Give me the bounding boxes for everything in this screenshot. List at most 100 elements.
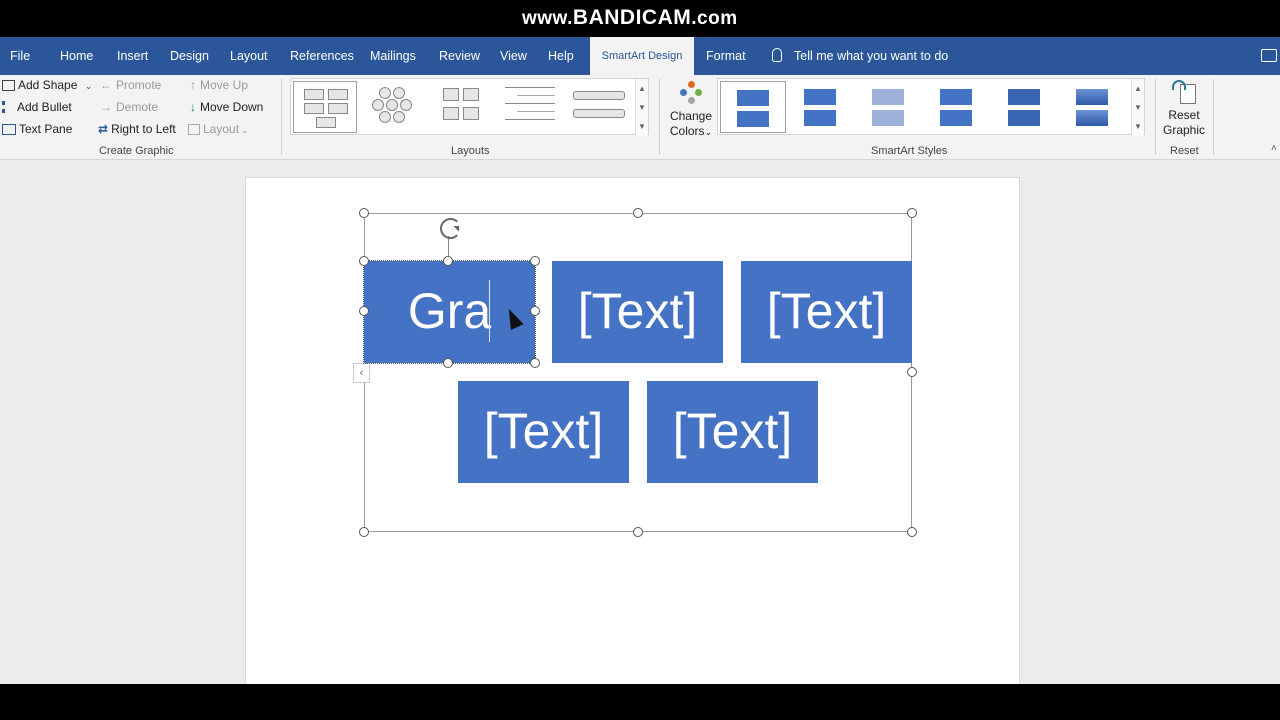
resize-handle[interactable] [633, 208, 643, 218]
tab-design[interactable]: Design [170, 37, 209, 75]
comment-icon[interactable] [1261, 49, 1277, 62]
right-to-left-label: Right to Left [111, 122, 176, 136]
add-bullet-button[interactable]: Add Bullet [2, 100, 72, 114]
reset-graphic-icon [1170, 78, 1198, 108]
resize-handle[interactable] [907, 367, 917, 377]
style-option-white-outline[interactable] [788, 81, 854, 133]
shape-resize-handle[interactable] [443, 358, 453, 368]
layout-icon [188, 124, 200, 135]
tab-insert[interactable]: Insert [117, 37, 148, 75]
scroll-down-icon[interactable]: ▼ [636, 98, 648, 117]
arrow-up-icon: ↑ [190, 78, 196, 92]
reset-graphic-line1: Reset [1168, 108, 1200, 122]
scroll-down-icon[interactable]: ▼ [1132, 98, 1144, 117]
layout-option-basic-block[interactable] [293, 81, 357, 133]
demote-button[interactable]: → Demote [100, 100, 158, 114]
smartart-styles-gallery: ▲ ▼ ▼ [717, 78, 1145, 136]
add-bullet-label: Add Bullet [17, 100, 72, 114]
ribbon: Add Shape ⌄ Add Bullet Text Pane ← Promot… [0, 75, 1280, 160]
rotate-handle-icon[interactable] [440, 218, 461, 239]
tab-layout[interactable]: Layout [230, 37, 268, 75]
lightbulb-icon [772, 48, 782, 63]
tab-view[interactable]: View [500, 37, 527, 75]
create-graphic-group-label: Create Graphic [99, 145, 174, 157]
style-option-simple-fill[interactable] [720, 81, 786, 133]
shape-resize-handle[interactable] [443, 256, 453, 266]
layout-dropdown-button[interactable]: Layout ⌄ [188, 122, 249, 136]
tab-file[interactable]: File [10, 37, 30, 75]
tell-me-search[interactable]: Tell me what you want to do [772, 37, 948, 75]
smartart-shape-3[interactable]: [Text] [741, 261, 912, 363]
ribbon-tab-bar: File Home Insert Design Layout Reference… [0, 37, 1280, 75]
tab-review[interactable]: Review [439, 37, 480, 75]
resize-handle[interactable] [907, 527, 917, 537]
smartart-shape-5[interactable]: [Text] [647, 381, 818, 483]
text-pane-icon [2, 124, 16, 135]
resize-handle[interactable] [359, 208, 369, 218]
watermark-brand: BANDICAM [572, 6, 692, 29]
reset-group-label: Reset [1170, 145, 1199, 157]
text-pane-toggle[interactable]: ‹ [353, 363, 370, 383]
layouts-gallery-scroll[interactable]: ▲ ▼ ▼ [635, 79, 648, 136]
tab-help[interactable]: Help [548, 37, 574, 75]
smartart-shape-2[interactable]: [Text] [552, 261, 723, 363]
promote-button[interactable]: ← Promote [100, 78, 161, 92]
watermark-suffix: .com [691, 8, 738, 29]
text-caret [489, 280, 490, 342]
text-pane-button[interactable]: Text Pane [2, 122, 72, 136]
shape-resize-handle[interactable] [359, 306, 369, 316]
move-down-button[interactable]: ↓ Move Down [190, 100, 263, 114]
shape-resize-handle[interactable] [359, 256, 369, 266]
scroll-up-icon[interactable]: ▲ [1132, 79, 1144, 98]
ribbon-separator [281, 79, 282, 155]
arrow-left-icon: ← [100, 78, 112, 92]
reset-graphic-button[interactable]: Reset Graphic [1160, 78, 1208, 137]
layout-option-grid[interactable] [429, 81, 493, 133]
swap-arrows-icon: ⇄ [98, 122, 109, 136]
tab-references[interactable]: References [290, 37, 354, 75]
styles-gallery-scroll[interactable]: ▲ ▼ ▼ [1131, 79, 1144, 136]
arrow-right-icon: → [100, 100, 112, 114]
resize-handle[interactable] [907, 208, 917, 218]
window-bottom-bar [0, 684, 1280, 720]
resize-handle[interactable] [633, 527, 643, 537]
collapse-ribbon-icon[interactable]: ˄ [1271, 143, 1277, 154]
layouts-group-label: Layouts [451, 145, 490, 157]
demote-label: Demote [116, 100, 159, 114]
shape-resize-handle[interactable] [530, 256, 540, 266]
smartart-styles-group-label: SmartArt Styles [871, 145, 948, 157]
tell-me-text: Tell me what you want to do [794, 49, 949, 63]
text-pane-label: Text Pane [19, 122, 73, 136]
change-colors-button[interactable]: Change Colors⌄ [666, 79, 716, 139]
change-colors-line2: Colors [669, 124, 705, 138]
tab-smartart-design[interactable]: SmartArt Design [590, 37, 694, 75]
smartart-shape-4[interactable]: [Text] [458, 381, 629, 483]
promote-label: Promote [116, 78, 162, 92]
tab-home[interactable]: Home [60, 37, 93, 75]
layout-option-hexagons[interactable] [361, 81, 425, 133]
layout-option-lined-list[interactable] [497, 81, 561, 133]
tab-mailings[interactable]: Mailings [370, 37, 416, 75]
chevron-down-icon: ⌄ [241, 125, 249, 135]
style-option-moderate[interactable] [924, 81, 990, 133]
style-option-3d[interactable] [1060, 81, 1126, 133]
right-to-left-button[interactable]: ⇄ Right to Left [98, 122, 176, 136]
move-up-button[interactable]: ↑ Move Up [190, 78, 248, 92]
watermark-prefix: www. [522, 8, 573, 29]
scroll-up-icon[interactable]: ▲ [636, 79, 648, 98]
reset-graphic-line2: Graphic [1162, 123, 1206, 137]
shape-resize-handle[interactable] [530, 358, 540, 368]
add-shape-button[interactable]: Add Shape ⌄ [2, 78, 92, 92]
gallery-expand-icon[interactable]: ▼ [1132, 117, 1144, 136]
gallery-expand-icon[interactable]: ▼ [636, 117, 648, 136]
bandicam-watermark: www.BANDICAM.com [522, 1, 738, 35]
tab-format[interactable]: Format [706, 37, 746, 75]
arrow-down-icon: ↓ [190, 100, 196, 114]
change-colors-line1: Change [669, 109, 713, 123]
style-option-subtle[interactable] [856, 81, 922, 133]
resize-handle[interactable] [359, 527, 369, 537]
layout-option-stacked-list[interactable] [567, 81, 631, 133]
style-option-intense[interactable] [992, 81, 1058, 133]
window-top-bar: www.BANDICAM.com [0, 0, 1280, 37]
shape-resize-handle[interactable] [530, 306, 540, 316]
